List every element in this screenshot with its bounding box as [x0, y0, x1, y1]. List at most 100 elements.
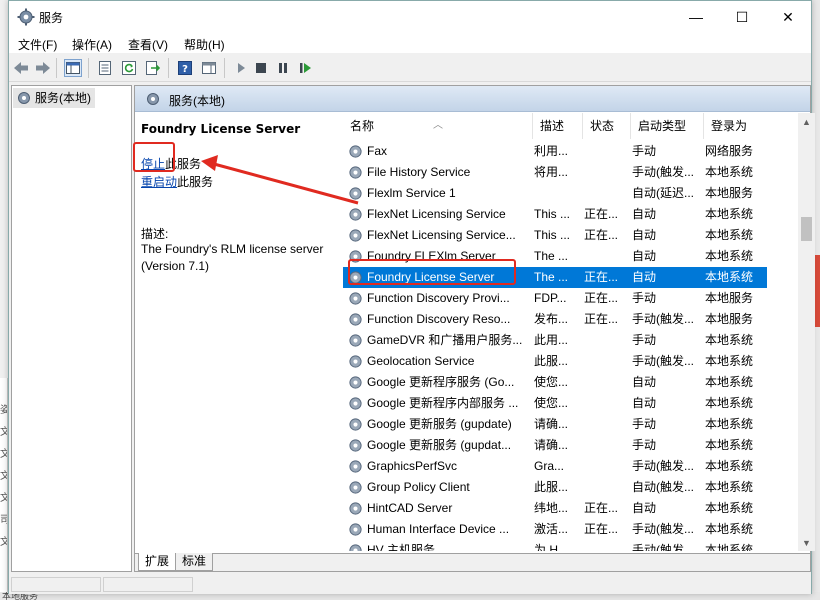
help-icon[interactable]: ?	[176, 59, 194, 77]
background-fragment	[0, 378, 7, 400]
background-fragment: 文	[0, 444, 7, 466]
menu-help[interactable]: 帮助(H)	[184, 36, 225, 53]
service-startup-type: 自动	[632, 501, 657, 515]
service-name: Google 更新服务 (gupdate)	[367, 417, 512, 431]
service-name: Google 更新程序服务 (Go...	[367, 375, 515, 389]
minimize-button[interactable]: —	[673, 1, 719, 33]
scroll-thumb[interactable]	[801, 217, 812, 241]
service-log-on-as: 网络服务	[705, 144, 754, 158]
column-header-description[interactable]: 描述	[533, 113, 583, 139]
description-label: 描述:	[141, 227, 169, 241]
maximize-button[interactable]: ☐	[719, 1, 765, 33]
service-startup-type: 手动	[632, 333, 657, 347]
close-button[interactable]: ✕	[765, 1, 811, 33]
service-startup-type: 自动	[632, 249, 657, 263]
menu-file[interactable]: 文件(F)	[18, 36, 57, 53]
service-startup-type: 自动	[632, 207, 657, 221]
service-log-on-as: 本地系统	[705, 396, 754, 410]
menu-view[interactable]: 查看(V)	[128, 36, 168, 53]
export-list-icon[interactable]	[144, 59, 162, 77]
forward-arrow-icon[interactable]	[34, 59, 52, 77]
show-pane-icon[interactable]	[200, 59, 218, 77]
service-row[interactable]: FlexNet Licensing Service... This ... 正在..…	[343, 225, 767, 246]
service-log-on-as: 本地系统	[705, 207, 754, 221]
tree-node-label: 服务(本地)	[35, 91, 91, 105]
service-row[interactable]: Human Interface Device ... 激活... 正在... 手动(触…	[343, 519, 767, 540]
start-service-icon[interactable]	[232, 59, 250, 77]
service-log-on-as: 本地服务	[705, 291, 754, 305]
selected-row-highlight-box	[348, 259, 516, 285]
column-header-status[interactable]: 状态	[583, 113, 631, 139]
service-startup-type: 自动	[632, 396, 657, 410]
status-bar	[9, 575, 811, 594]
background-fragment: 文	[0, 422, 7, 444]
service-row[interactable]: FlexNet Licensing Service This ... 正在... 自动…	[343, 204, 767, 225]
column-header-log-on-as[interactable]: 登录为	[704, 113, 764, 139]
service-row[interactable]: Google 更新程序内部服务 ... 使您... 自动 本地系统	[343, 393, 767, 414]
service-row[interactable]: File History Service 将用... 手动(触发... 本地系统	[343, 162, 767, 183]
refresh-icon[interactable]	[120, 59, 138, 77]
services-pane: 服务(本地) Foundry License Server 停止此服务 重启动此…	[134, 85, 815, 572]
service-description: The ...	[534, 249, 569, 263]
service-row[interactable]: Group Policy Client 此服... 自动(触发... 本地系统	[343, 477, 767, 498]
column-header-name[interactable]: 名称 ︿	[343, 113, 533, 139]
service-row[interactable]: Geolocation Service 此服... 手动(触发... 本地系统	[343, 351, 767, 372]
tab-extended[interactable]: 扩展	[138, 553, 177, 571]
tree-node-services-local[interactable]: 服务(本地)	[13, 88, 95, 108]
selected-service-name: Foundry License Server	[141, 122, 301, 136]
properties-icon[interactable]	[96, 59, 114, 77]
service-row[interactable]: Fax 利用... 手动 网络服务	[343, 141, 767, 162]
scroll-up-arrow-icon[interactable]: ▲	[798, 113, 815, 130]
service-log-on-as: 本地系统	[705, 375, 754, 389]
pause-service-icon[interactable]	[274, 59, 292, 77]
service-startup-type: 自动	[632, 228, 657, 242]
vertical-scrollbar[interactable]: ▲ ▼	[798, 113, 815, 551]
service-row[interactable]: HintCAD Server 纬地... 正在... 自动 本地系统	[343, 498, 767, 519]
scroll-down-arrow-icon[interactable]: ▼	[798, 534, 815, 551]
services-list: 名称 ︿ 描述 状态 启动类型 登录为 Fax 利用... 手动 网络服务 File Hi…	[343, 113, 815, 553]
background-fragment: 姿	[0, 400, 7, 422]
pane-header: 服务(本地)	[135, 86, 810, 112]
service-name: Google 更新服务 (gupdat...	[367, 438, 512, 452]
restart-service-icon[interactable]	[297, 59, 315, 77]
service-log-on-as: 本地系统	[705, 165, 754, 179]
service-name: Human Interface Device ...	[367, 522, 510, 536]
service-startup-type: 自动	[632, 375, 657, 389]
service-description: FDP...	[534, 291, 567, 305]
service-description: 此服...	[534, 354, 569, 368]
description-panel: Foundry License Server 停止此服务 重启动此服务 描述: …	[135, 113, 343, 553]
service-rows: Fax 利用... 手动 网络服务 File History Service 将用... 手…	[343, 141, 767, 551]
background-fragment: 文	[0, 466, 7, 488]
service-startup-type: 自动	[632, 270, 657, 284]
service-row[interactable]: Google 更新服务 (gupdat... 请确... 手动 本地系统	[343, 435, 767, 456]
service-startup-type: 自动(触发...	[632, 480, 694, 494]
service-name: FlexNet Licensing Service...	[367, 228, 516, 242]
console-tree-icon[interactable]	[64, 59, 82, 77]
tab-standard[interactable]: 标准	[175, 553, 214, 571]
service-row[interactable]: Google 更新程序服务 (Go... 使您... 自动 本地系统	[343, 372, 767, 393]
services-gear-icon	[147, 93, 159, 105]
service-log-on-as: 本地系统	[705, 543, 754, 551]
service-status: 正在...	[584, 312, 619, 326]
service-status: 正在...	[584, 270, 619, 284]
toolbar: ?	[9, 54, 811, 82]
service-row[interactable]: Function Discovery Provi... FDP... 正在... 手动…	[343, 288, 767, 309]
service-row[interactable]: HV 主机服务 为 H... 手动(触发... 本地系统	[343, 540, 767, 551]
service-startup-type: 手动(触发...	[632, 459, 694, 473]
service-row[interactable]: Flexlm Service 1 自动(延迟... 本地服务	[343, 183, 767, 204]
service-description: 请确...	[534, 438, 569, 452]
back-arrow-icon[interactable]	[12, 59, 30, 77]
menu-action[interactable]: 操作(A)	[72, 36, 112, 53]
column-header-startup-type[interactable]: 启动类型	[631, 113, 704, 139]
service-log-on-as: 本地系统	[705, 417, 754, 431]
sort-ascending-icon: ︿	[433, 120, 443, 131]
background-app-strip: 姿文文文文司文	[0, 378, 8, 600]
service-row[interactable]: Google 更新服务 (gupdate) 请确... 手动 本地系统	[343, 414, 767, 435]
restart-service-link[interactable]: 重启动	[141, 175, 177, 189]
service-row[interactable]: GameDVR 和广播用户服务... 此用... 手动 本地系统	[343, 330, 767, 351]
service-row[interactable]: GraphicsPerfSvc Gra... 手动(触发... 本地系统	[343, 456, 767, 477]
service-startup-type: 手动	[632, 291, 657, 305]
stop-service-icon[interactable]	[252, 59, 270, 77]
service-row[interactable]: Function Discovery Reso... 发布... 正在... 手动(触…	[343, 309, 767, 330]
service-startup-type: 手动	[632, 417, 657, 431]
